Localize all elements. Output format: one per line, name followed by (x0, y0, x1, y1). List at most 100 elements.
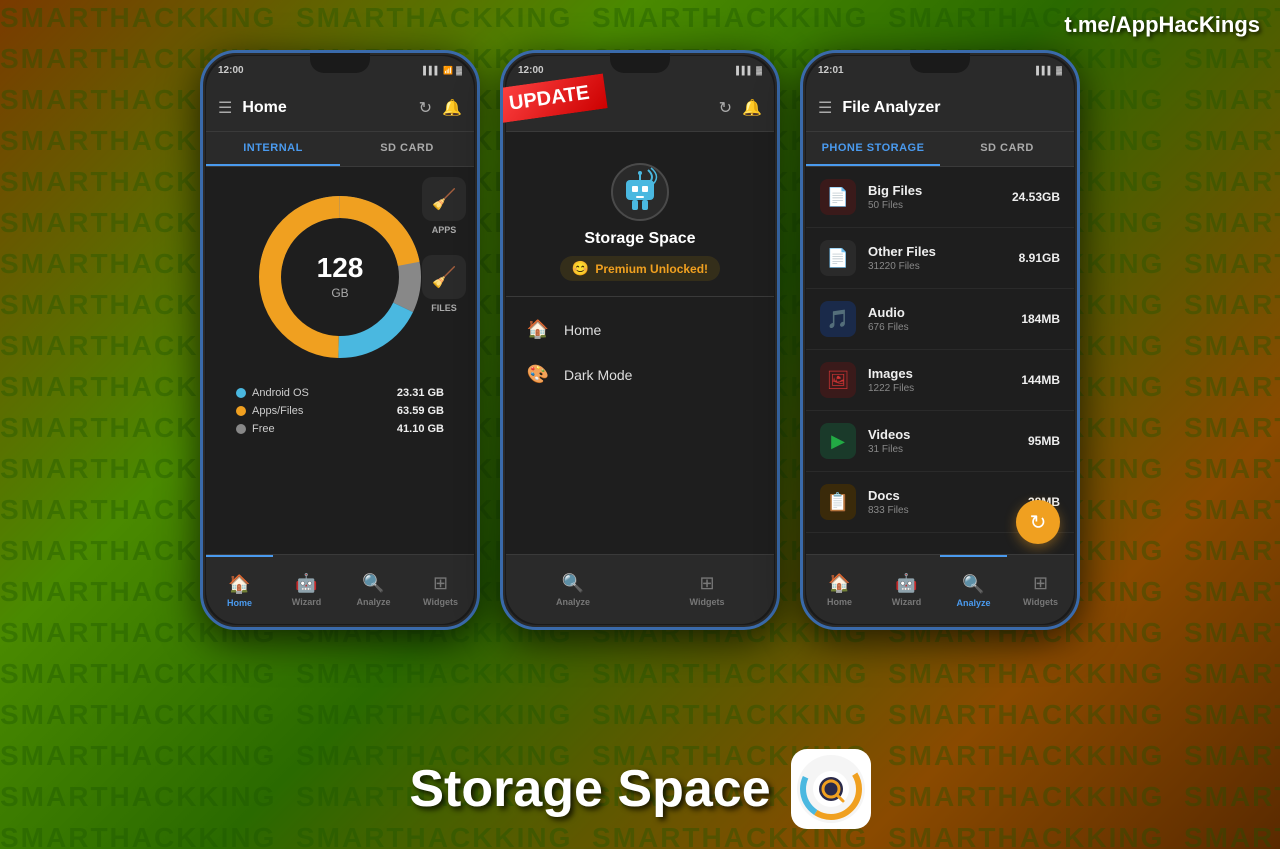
storage-value: 128 (317, 252, 364, 284)
storage-legend: Android OS 23.31 GB Apps/Files 63.59 GB (216, 387, 464, 441)
p3-nav-wizard[interactable]: 🤖 Wizard (873, 555, 940, 624)
file-item-bigfiles[interactable]: 📄 Big Files 50 Files 24.53GB (806, 167, 1074, 228)
phone3-header-title: File Analyzer (842, 99, 1062, 117)
menu-item-darkmode[interactable]: 🎨 Dark Mode (506, 352, 774, 397)
audio-icon: 🎵 (820, 301, 856, 337)
phone3-time: 12:01 (818, 65, 844, 76)
tab-phone-storage[interactable]: PHONE STORAGE (806, 132, 940, 166)
p3-home-icon: 🏠 (828, 573, 850, 594)
legend-apps: Apps/Files 63.59 GB (236, 405, 444, 417)
wizard-nav-icon: 🤖 (295, 573, 317, 594)
phone2-status-icons: ▌▌▌ ▓ (736, 66, 762, 75)
phone3-header: ☰ File Analyzer (806, 84, 1074, 132)
phone1-frame: 12:00 ▌▌▌ 📶 ▓ ☰ Home ↻ 🔔 INTERNAL SD CAR… (200, 50, 480, 630)
wizard-nav-label: Wizard (292, 597, 321, 607)
p3-signal-icon: ▌▌▌ (1036, 66, 1053, 75)
p2-nav-widgets[interactable]: ⊞ Widgets (640, 555, 774, 624)
file-item-images[interactable]: 🖼 Images 1222 Files 144MB (806, 350, 1074, 411)
p3-nav-home[interactable]: 🏠 Home (806, 555, 873, 624)
p3-nav-analyze[interactable]: 🔍 Analyze (940, 555, 1007, 624)
otherfiles-count: 31220 Files (868, 261, 1007, 272)
storage-total-display: 128 GB (317, 252, 364, 302)
bottom-title-text: Storage Space (409, 759, 770, 819)
menu-item-home[interactable]: 🏠 Home (506, 307, 774, 352)
p2-widgets-label: Widgets (690, 597, 725, 607)
apps-button[interactable]: 🧹 APPS (422, 177, 466, 235)
nav-wizard[interactable]: 🤖 Wizard (273, 555, 340, 624)
p3-menu-icon[interactable]: ☰ (818, 98, 832, 118)
tab-internal[interactable]: INTERNAL (206, 132, 340, 166)
files-button[interactable]: 🧹 FILES (422, 255, 466, 313)
notification-icon[interactable]: 🔔 (442, 98, 462, 118)
file-item-videos[interactable]: ▶ Videos 31 Files 95MB (806, 411, 1074, 472)
videos-size: 95MB (1028, 434, 1060, 448)
file-item-audio[interactable]: 🎵 Audio 676 Files 184MB (806, 289, 1074, 350)
file-list: 📄 Big Files 50 Files 24.53GB 📄 (806, 167, 1074, 533)
images-count: 1222 Files (868, 383, 1009, 394)
p3-nav-widgets[interactable]: ⊞ Widgets (1007, 555, 1074, 624)
menu-overlay: Storage Space 😊 Premium Unlocked! 🏠 Home… (506, 132, 774, 624)
premium-icon: 😊 (572, 260, 589, 277)
images-info: Images 1222 Files (868, 366, 1009, 394)
audio-info: Audio 676 Files (868, 305, 1009, 333)
phone2-status-bar: 12:00 ▌▌▌ ▓ (506, 56, 774, 84)
android-label: Android OS (252, 387, 309, 399)
videos-name: Videos (868, 427, 1016, 442)
tab-sdcard[interactable]: SD CARD (340, 132, 474, 166)
widgets-nav-label: Widgets (423, 597, 458, 607)
menu-darkmode-icon: 🎨 (526, 364, 550, 385)
docs-icon: 📋 (820, 484, 856, 520)
file-item-otherfiles[interactable]: 📄 Other Files 31220 Files 8.91GB (806, 228, 1074, 289)
apps-btn-label: APPS (432, 225, 457, 235)
audio-count: 676 Files (868, 322, 1009, 333)
audio-size: 184MB (1021, 312, 1060, 326)
images-name: Images (868, 366, 1009, 381)
menu-items-list: 🏠 Home 🎨 Dark Mode (506, 297, 774, 407)
phone1-status-icons: ▌▌▌ 📶 ▓ (423, 66, 462, 75)
phone3-status-bar: 12:01 ▌▌▌ ▓ (806, 56, 1074, 84)
fab-refresh-button[interactable]: ↻ (1016, 500, 1060, 544)
app-logo-svg (796, 754, 866, 824)
p2-notification-icon[interactable]: 🔔 (742, 98, 762, 118)
nav-home[interactable]: 🏠 Home (206, 555, 273, 624)
audio-name: Audio (868, 305, 1009, 320)
bigfiles-icon: 📄 (820, 179, 856, 215)
bigfiles-name: Big Files (868, 183, 1000, 198)
wifi-icon: 📶 (443, 66, 453, 75)
docs-name: Docs (868, 488, 1016, 503)
p2-nav-analyze[interactable]: 🔍 Analyze (506, 555, 640, 624)
battery-icon: ▓ (456, 66, 462, 75)
videos-count: 31 Files (868, 444, 1016, 455)
home-nav-label: Home (227, 598, 252, 608)
images-icon-symbol: 🖼 (827, 370, 850, 391)
p2-analyze-label: Analyze (556, 597, 590, 607)
p2-battery-icon: ▓ (756, 66, 762, 75)
p3-battery-icon: ▓ (1056, 66, 1062, 75)
menu-darkmode-label: Dark Mode (564, 367, 632, 383)
free-label: Free (252, 423, 275, 435)
bigfiles-icon-symbol: 📄 (827, 187, 849, 208)
tab-sdcard-p3[interactable]: SD CARD (940, 132, 1074, 166)
widgets-nav-icon: ⊞ (433, 573, 448, 594)
files-icon: 🧹 (422, 255, 466, 299)
home-nav-icon: 🏠 (228, 574, 250, 595)
phone1-bottom-nav: 🏠 Home 🤖 Wizard 🔍 Analyze ⊞ Widgets (206, 554, 474, 624)
storage-unit: GB (331, 286, 348, 300)
p3-widgets-label: Widgets (1023, 597, 1058, 607)
bigfiles-info: Big Files 50 Files (868, 183, 1000, 211)
android-value: 23.31 GB (397, 387, 444, 399)
otherfiles-info: Other Files 31220 Files (868, 244, 1007, 272)
bigfiles-count: 50 Files (868, 200, 1000, 211)
menu-icon[interactable]: ☰ (218, 98, 232, 118)
phone1-status-bar: 12:00 ▌▌▌ 📶 ▓ (206, 56, 474, 84)
bottom-title-area: Storage Space (0, 749, 1280, 829)
refresh-icon[interactable]: ↻ (419, 98, 432, 118)
nav-analyze[interactable]: 🔍 Analyze (340, 555, 407, 624)
legend-android: Android OS 23.31 GB (236, 387, 444, 399)
videos-info: Videos 31 Files (868, 427, 1016, 455)
menu-home-label: Home (564, 322, 601, 338)
nav-widgets[interactable]: ⊞ Widgets (407, 555, 474, 624)
signal-icon: ▌▌▌ (423, 66, 440, 75)
p2-refresh-icon[interactable]: ↻ (719, 98, 732, 118)
free-value: 41.10 GB (397, 423, 444, 435)
